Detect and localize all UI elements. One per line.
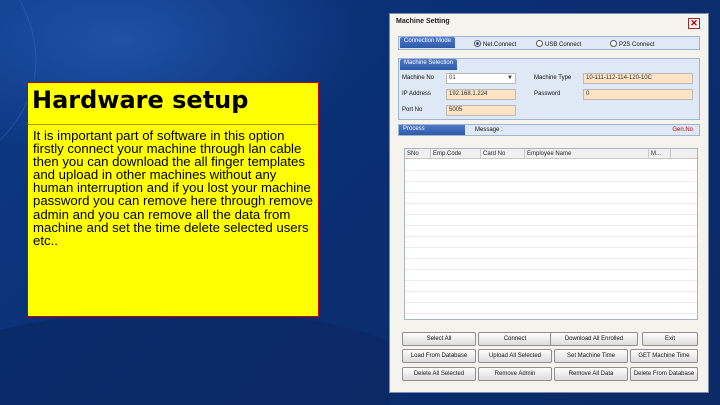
set-machine-time-button[interactable]: Set Machine Time: [554, 349, 628, 363]
column-header[interactable]: Emp.Code: [431, 149, 481, 159]
download-all-enrolled-button[interactable]: Download All Enrolled: [550, 332, 638, 346]
radio-net-connect[interactable]: Net.Connect: [474, 40, 516, 48]
column-header[interactable]: Employee Name: [525, 149, 649, 159]
grid-row-line: [405, 181, 697, 182]
remove-all-data-button[interactable]: Remove All Data: [554, 367, 628, 381]
dialog-titlebar: Machine Setting ✕: [390, 14, 708, 32]
employee-grid[interactable]: SNo Emp.Code Card No Employee Name M...: [404, 148, 698, 320]
select-all-button[interactable]: Select All: [402, 332, 476, 346]
message-label: Message :: [475, 127, 503, 133]
grid-header: SNo Emp.Code Card No Employee Name M...: [405, 149, 697, 159]
slide-heading: Hardware setup: [27, 82, 319, 124]
grid-row-line: [405, 302, 697, 303]
load-from-database-button[interactable]: Load From Database: [402, 349, 476, 363]
grid-row-line: [405, 269, 697, 270]
close-icon: ✕: [690, 18, 698, 28]
grid-row-line: [405, 291, 697, 292]
connection-mode-label: Connection Mode: [400, 37, 456, 48]
grid-row-line: [405, 203, 697, 204]
radio-unselected-icon: [610, 40, 617, 47]
machine-no-label: Machine No: [402, 75, 435, 81]
radio-unselected-icon: [536, 40, 543, 47]
get-machine-time-button[interactable]: GET Machine Time: [630, 349, 698, 363]
slide-body-text: It is important part of software in this…: [27, 124, 319, 317]
dropdown-arrow-icon: ▼: [507, 75, 513, 81]
password-label: Password: [534, 91, 561, 97]
grid-row-line: [405, 280, 697, 281]
slide: Hardware setup It is important part of s…: [0, 0, 720, 405]
grid-row-line: [405, 170, 697, 171]
ip-address-field[interactable]: 192.168.1.224: [446, 89, 516, 100]
grid-row-line: [405, 313, 697, 314]
grid-row-line: [405, 258, 697, 259]
port-no-label: Port No: [402, 107, 423, 113]
process-label: Process: [399, 125, 465, 135]
password-field[interactable]: 0: [583, 89, 693, 100]
close-button[interactable]: ✕: [688, 18, 700, 29]
grid-row-line: [405, 236, 697, 237]
process-bar: Process Message : Gen.No: [398, 124, 700, 136]
delete-all-selected-button[interactable]: Delete All Selected: [402, 367, 476, 381]
grid-row-line: [405, 225, 697, 226]
column-header[interactable]: M...: [649, 149, 671, 159]
status-text: Gen.No: [672, 127, 693, 133]
radio-p2s-connect[interactable]: P2S Connect: [610, 40, 654, 48]
radio-selected-icon: [474, 40, 481, 47]
machine-type-field[interactable]: 10-111-112-114-120-10C: [583, 73, 693, 84]
connect-button[interactable]: Connect: [478, 332, 552, 346]
dialog-title: Machine Setting: [396, 18, 450, 25]
machine-type-label: Machine Type: [534, 75, 572, 81]
machine-no-select[interactable]: 01 ▼: [446, 73, 516, 84]
column-header[interactable]: SNo: [405, 149, 431, 159]
column-header[interactable]: Card No: [481, 149, 525, 159]
remove-admin-button[interactable]: Remove Admin: [478, 367, 552, 381]
port-no-field[interactable]: 5005: [446, 105, 516, 116]
exit-button[interactable]: Exit: [642, 332, 698, 346]
ip-address-label: IP Address: [402, 91, 431, 97]
delete-from-database-button[interactable]: Delete From Database: [630, 367, 698, 381]
radio-usb-connect[interactable]: USB Connect: [536, 40, 581, 48]
machine-setting-dialog: Machine Setting ✕ Connection Mode Net.Co…: [389, 13, 709, 393]
machine-selection-label: Machine Selection: [400, 59, 458, 70]
grid-row-line: [405, 214, 697, 215]
grid-row-line: [405, 247, 697, 248]
upload-all-selected-button[interactable]: Upload All Selected: [478, 349, 552, 363]
grid-row-line: [405, 192, 697, 193]
